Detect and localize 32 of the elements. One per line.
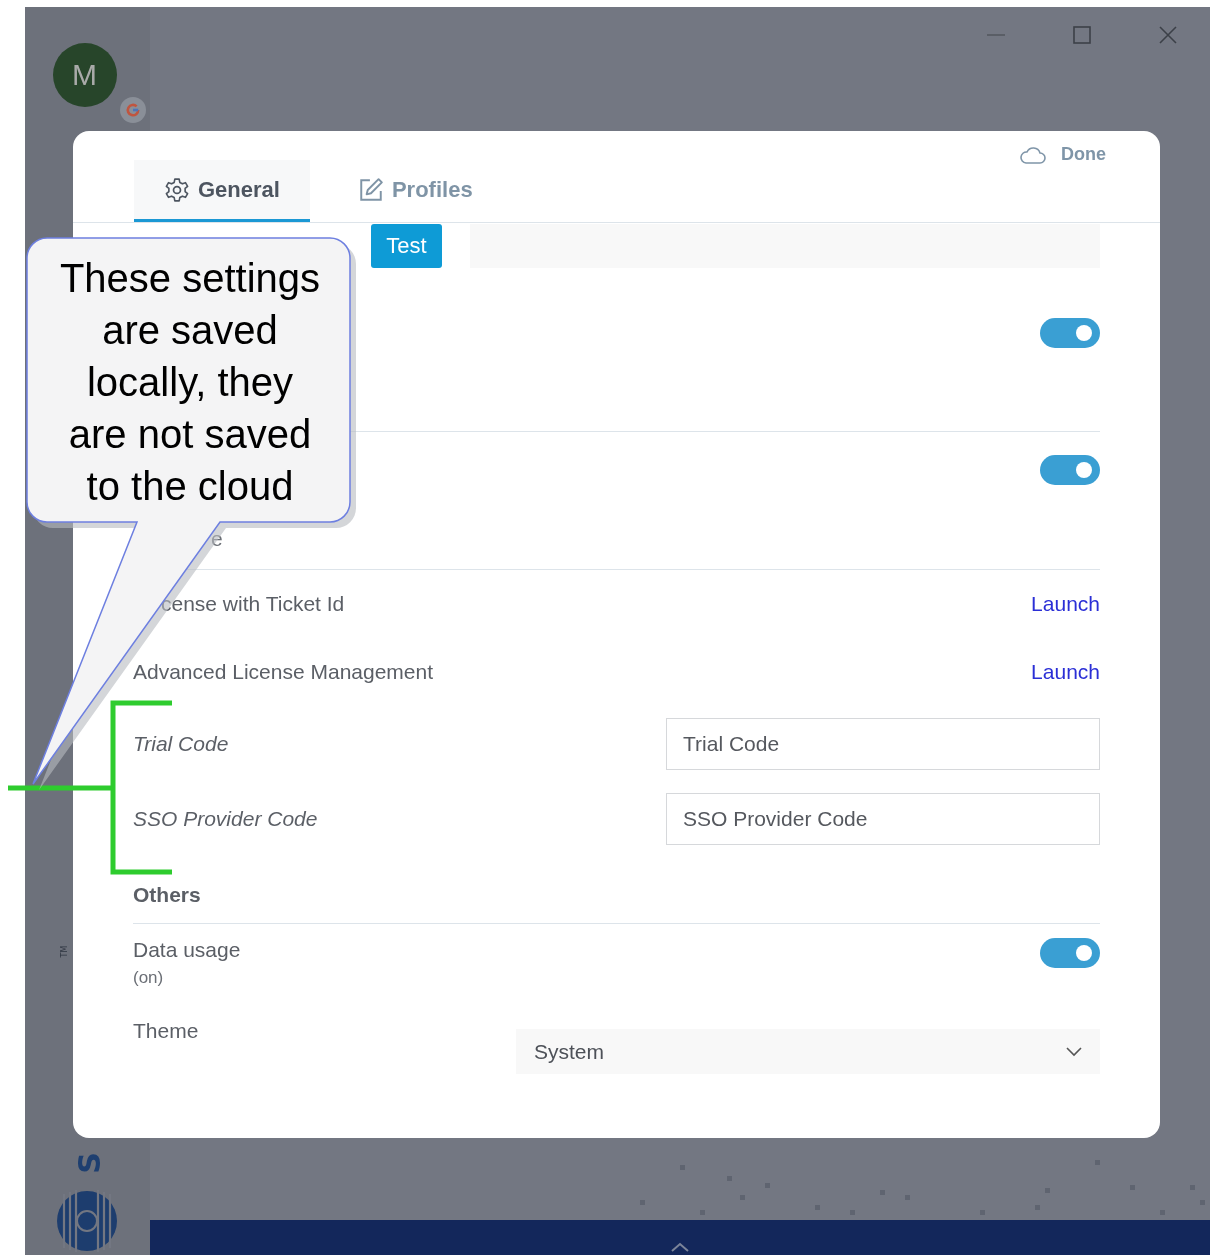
input-field[interactable]: Trial Code — [666, 717, 1100, 770]
theme-dropdown[interactable]: System — [516, 1029, 1100, 1074]
input-field[interactable]: SSO Provider Code — [666, 792, 1100, 845]
setting-note: (on) — [133, 968, 165, 988]
chevron-down-icon — [1066, 1046, 1082, 1057]
setting-note: e — [211, 527, 223, 551]
tab[interactable]: General — [134, 160, 310, 222]
trademark-text: TM — [60, 945, 70, 958]
edit-icon — [357, 176, 384, 203]
setting-label: Advanced License Management — [133, 660, 434, 684]
setting-label: Data usage — [133, 938, 241, 962]
input-field[interactable] — [470, 223, 1100, 268]
launch-link[interactable]: Launch — [1031, 660, 1100, 684]
setting-label: Trial Code — [133, 731, 229, 756]
setting-label: cense with Ticket Id — [160, 592, 345, 616]
logo-text: S — [74, 1152, 105, 1174]
google-badge-icon — [120, 97, 146, 123]
avatar-initial: M — [72, 58, 97, 92]
avatar[interactable]: M — [52, 43, 117, 107]
close-icon[interactable] — [1158, 25, 1178, 45]
toggle-switch[interactable] — [1040, 455, 1100, 485]
toggle-switch[interactable] — [1040, 318, 1100, 348]
setting-label: SSO Provider Code — [133, 806, 318, 831]
callout-text: These settings are saved locally, they are not saved to the cloud — [58, 255, 322, 510]
section-heading: Others — [133, 883, 201, 907]
settings-icon — [164, 176, 190, 203]
maximize-icon[interactable] — [1072, 25, 1092, 45]
chevron-up-icon[interactable] — [670, 1241, 690, 1253]
toggle-switch[interactable] — [1040, 938, 1100, 968]
setting-label: Theme — [133, 1019, 199, 1043]
launch-link[interactable]: Launch — [1031, 592, 1100, 616]
striped-globe-icon — [56, 1190, 118, 1252]
